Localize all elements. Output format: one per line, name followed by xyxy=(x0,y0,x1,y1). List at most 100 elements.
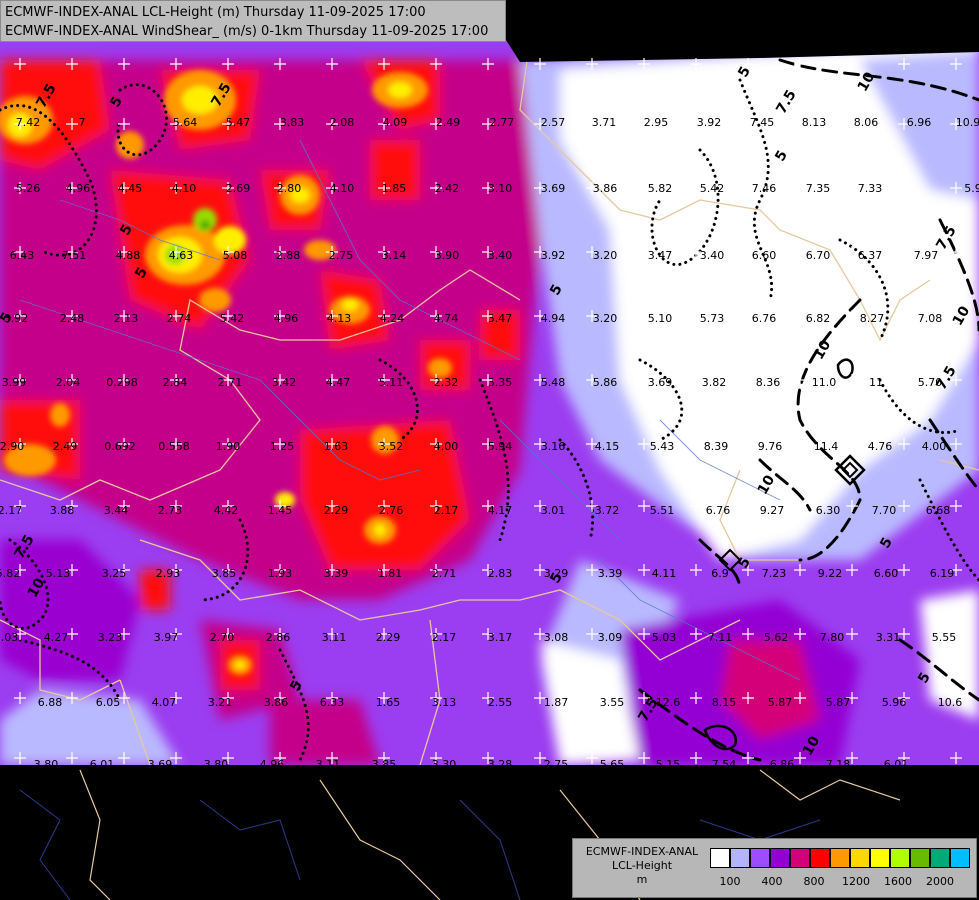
value-label: 2.74 xyxy=(167,312,192,325)
legend-swatch xyxy=(730,848,750,868)
value-label: 4.76 xyxy=(868,440,893,453)
value-label: 3.99 xyxy=(2,376,27,389)
value-label: 5.87 xyxy=(768,696,793,709)
value-label: 3.20 xyxy=(593,249,618,262)
value-label: 4.13 xyxy=(327,312,352,325)
legend-unit: m xyxy=(636,873,648,886)
value-label: 4.63 xyxy=(169,249,194,262)
value-label: 5.03 xyxy=(0,631,18,644)
value-label: 6.76 xyxy=(706,504,731,517)
value-label: 0.692 xyxy=(104,440,136,453)
value-label: 4.88 xyxy=(116,249,141,262)
value-label: 3.88 xyxy=(50,504,75,517)
value-label: 9.27 xyxy=(760,504,785,517)
value-label: 4.42 xyxy=(214,504,239,517)
value-label: 4.17 xyxy=(488,504,513,517)
value-label: 2.17 xyxy=(432,631,457,644)
value-label: 5.64 xyxy=(173,116,198,129)
value-label: 6.82 xyxy=(806,312,831,325)
value-label: 2.73 xyxy=(158,504,183,517)
value-label: 2.08 xyxy=(330,116,355,129)
value-label: 3.90 xyxy=(435,249,460,262)
value-label: 1.25 xyxy=(270,440,295,453)
value-label: 3.69 xyxy=(648,376,673,389)
value-label: 3.71 xyxy=(592,116,617,129)
value-label: 1.63 xyxy=(324,440,349,453)
value-label: 3.21 xyxy=(208,696,233,709)
value-label: 2.69 xyxy=(226,182,251,195)
value-label: 5.43 xyxy=(650,440,675,453)
value-label: 1.81 xyxy=(378,567,403,580)
value-label: 11 xyxy=(869,376,883,389)
value-label: 6.30 xyxy=(816,504,841,517)
value-label: 2.84 xyxy=(163,376,188,389)
value-label: 7.46 xyxy=(752,182,777,195)
legend-tick-label: 800 xyxy=(803,875,825,888)
value-label: 2.32 xyxy=(434,376,459,389)
value-label: 1.45 xyxy=(268,504,293,517)
value-label: 4.15 xyxy=(595,440,620,453)
value-label: 3.55 xyxy=(600,696,625,709)
value-label: 4.74 xyxy=(434,312,459,325)
value-label: 5.42 xyxy=(700,182,725,195)
value-label: 5.65 xyxy=(600,758,625,771)
value-label: 3.80 xyxy=(34,758,59,771)
value-label: 5.47 xyxy=(226,116,251,129)
value-label: 11.4 xyxy=(814,440,839,453)
value-label: 6.05 xyxy=(96,696,121,709)
value-label: 5.26 xyxy=(16,182,41,195)
value-label: 3.09 xyxy=(598,631,623,644)
value-label: 3.86 xyxy=(593,182,618,195)
value-label: 4.07 xyxy=(152,696,177,709)
value-label: 3.80 xyxy=(204,758,229,771)
value-label: 5.10 xyxy=(648,312,673,325)
value-label: 7.80 xyxy=(820,631,845,644)
weather-map: 7.42 7 5.64 5.47 3.83 2.08 4.09 2.49 2.77 2.57 3.7… xyxy=(0,0,979,900)
value-label: 8.15 xyxy=(712,696,737,709)
value-label: 2.90 xyxy=(0,440,24,453)
value-label: 6.19 xyxy=(930,567,955,580)
value-label: 3.86 xyxy=(264,696,289,709)
value-label: 2.71 xyxy=(218,376,243,389)
value-label: 3.11 xyxy=(322,631,347,644)
value-label: 4.00 xyxy=(434,440,459,453)
value-label: 1.90 xyxy=(216,440,241,453)
map-title-box: ECMWF-INDEX-ANAL LCL-Height (m) Thursday… xyxy=(0,0,506,42)
value-label: 7.70 xyxy=(872,504,897,517)
legend-line-2: LCL-Height xyxy=(611,859,673,872)
value-label: 8.27 xyxy=(860,312,885,325)
value-label: 5.82 xyxy=(648,182,673,195)
value-label: 6.01 xyxy=(884,758,909,771)
value-label: 3.16 xyxy=(541,440,566,453)
value-label: 2.57 xyxy=(541,116,566,129)
value-label: 4.24 xyxy=(380,312,405,325)
value-label: 5.08 xyxy=(223,249,248,262)
value-label: 6.76 xyxy=(752,312,777,325)
value-label: 6.33 xyxy=(320,696,345,709)
value-label: 1.85 xyxy=(382,182,407,195)
value-label: 2.95 xyxy=(644,116,669,129)
value-label: 4.94 xyxy=(541,312,566,325)
value-label: 6.9 xyxy=(711,567,729,580)
value-label: 4.09 xyxy=(383,116,408,129)
value-label: 2.77 xyxy=(490,116,515,129)
value-label: 2.13 xyxy=(114,312,139,325)
value-label: 5.13 xyxy=(46,567,71,580)
value-label: 3.08 xyxy=(544,631,569,644)
value-label: 2.75 xyxy=(544,758,569,771)
value-label: 3.25 xyxy=(102,567,127,580)
value-label: 4.10 xyxy=(172,182,197,195)
value-label: 8.36 xyxy=(756,376,781,389)
legend: ECMWF-INDEX-ANAL LCL-Height m 100 400 800 1… xyxy=(572,838,977,898)
value-label: 2.93 xyxy=(156,567,181,580)
value-label: 10.9 xyxy=(956,116,979,129)
value-label: 3.83 xyxy=(280,116,305,129)
value-label: 3.14 xyxy=(382,249,407,262)
value-label: 2.80 xyxy=(277,182,302,195)
value-label: 3.69 xyxy=(541,182,566,195)
legend-tick-label: 1200 xyxy=(842,875,870,888)
legend-swatch xyxy=(850,848,870,868)
value-label: 3.72 xyxy=(595,504,620,517)
value-label: 5.42 xyxy=(220,312,245,325)
value-label: 3.20 xyxy=(593,312,618,325)
